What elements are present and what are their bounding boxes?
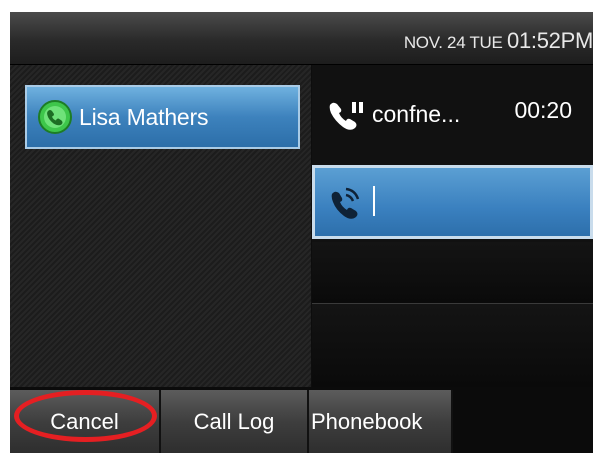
dial-line-input[interactable] [312,165,593,239]
call-log-button[interactable]: Call Log [161,390,309,453]
handset-pause-icon [326,97,370,131]
date-time: NOV. 24 TUE 01:52PM [404,28,593,54]
active-call-item[interactable]: confne... 00:20 [312,65,593,163]
call-name: confne... [372,100,461,127]
presence-phone-icon [37,99,73,135]
handset-dialing-icon [329,185,363,219]
call-timer: 00:20 [514,97,572,123]
date-text: NOV. 24 TUE [403,33,503,52]
empty-line-row[interactable] [312,242,593,304]
phone-screen: NOV. 24 TUE 01:52PM Lisa Mathers confne.… [10,12,593,453]
contact-name: Lisa Mathers [79,103,209,130]
text-cursor [373,186,375,216]
empty-line-row[interactable] [312,304,593,387]
time-text: 01:52PM [507,28,593,53]
lines-pane: confne... 00:20 [312,65,593,387]
cancel-button[interactable]: Cancel [10,390,161,453]
contact-button-lisa-mathers[interactable]: Lisa Mathers [25,85,300,149]
phonebook-button[interactable]: Phonebook [309,390,453,453]
contacts-pane: Lisa Mathers [10,65,311,387]
status-bar: NOV. 24 TUE 01:52PM [10,12,593,65]
softkey-bar: Cancel Call Log Phonebook [10,387,593,453]
